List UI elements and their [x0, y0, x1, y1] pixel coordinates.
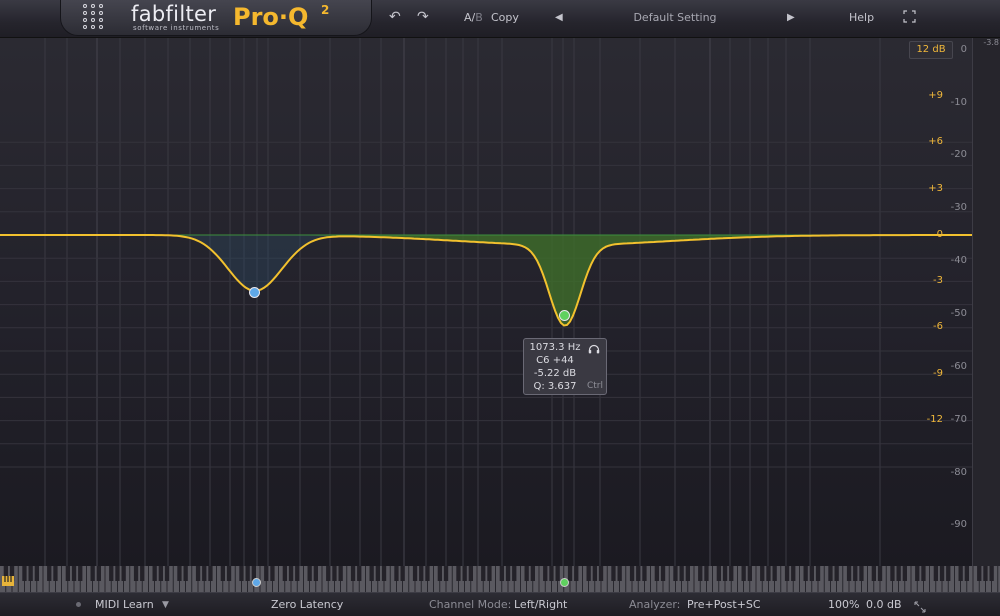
product-version: 2 [321, 3, 330, 17]
output-gain-value[interactable]: 0.0 dB [866, 598, 902, 611]
midi-learn-button[interactable]: MIDI Learn [95, 598, 154, 611]
analyzer-label-60: -60 [950, 361, 967, 372]
analyzer-label-30: -30 [950, 202, 967, 213]
meter-peak-value: -3.8 [983, 38, 999, 47]
tooltip-note: C6 +44 [536, 355, 574, 366]
resize-icon[interactable] [914, 598, 926, 616]
channel-mode-label: Channel Mode: [429, 598, 512, 611]
top-toolbar: fabfilter software instruments Pro·Q 2 ↶… [0, 0, 1000, 38]
piano-keyboard[interactable] [0, 566, 1000, 592]
fabfilter-logo-icon [83, 4, 105, 30]
redo-icon[interactable]: ↷ [417, 9, 429, 25]
gain-label-0: 0 [936, 229, 943, 240]
status-bar: MIDI Learn ▼ Zero Latency Channel Mode: … [0, 592, 1000, 616]
analyzer-label-80: -80 [950, 467, 967, 478]
midi-indicator-icon [76, 602, 81, 607]
tooltip-gain: -5.22 dB [533, 368, 577, 379]
product-logo: fabfilter software instruments Pro·Q 2 [60, 0, 372, 36]
analyzer-label-50: -50 [950, 308, 967, 319]
band-2-node[interactable] [559, 310, 570, 321]
analyzer-mode-value[interactable]: Pre+Post+SC [687, 598, 761, 611]
band-1-node[interactable] [249, 287, 260, 298]
previous-preset-icon[interactable]: ◀ [555, 12, 563, 23]
ab-compare-button[interactable]: A/B [464, 11, 483, 24]
gain-label-plus6: +6 [928, 136, 943, 147]
analyzer-label-90: -90 [950, 519, 967, 530]
channel-mode-value[interactable]: Left/Right [514, 598, 567, 611]
tooltip-q: Q: 3.637 [533, 381, 577, 392]
band-tooltip: 1073.3 Hz C6 +44 -5.22 dB Q: 3.637 Ctrl [523, 338, 607, 395]
undo-icon[interactable]: ↶ [389, 9, 401, 25]
output-level-meter[interactable]: -3.8 [972, 38, 1000, 566]
analyzer-label: Analyzer: [629, 598, 681, 611]
help-button[interactable]: Help [849, 11, 874, 24]
zoom-level[interactable]: 100% [828, 598, 859, 611]
latency-mode-button[interactable]: Zero Latency [271, 598, 343, 611]
midi-learn-dropdown-icon[interactable]: ▼ [162, 600, 169, 610]
gain-label-minus6: -6 [933, 321, 943, 332]
gain-label-plus3: +3 [928, 183, 943, 194]
product-name: Pro·Q [233, 3, 309, 31]
ab-b-label: B [475, 11, 483, 24]
band-1-key-marker [252, 578, 261, 587]
analyzer-label-20: -20 [950, 149, 967, 160]
eq-display[interactable] [0, 38, 972, 566]
band-2-key-marker [560, 578, 569, 587]
analyzer-label-70: -70 [950, 414, 967, 425]
analyzer-label-10: -10 [950, 97, 967, 108]
tooltip-modifier: Ctrl [586, 381, 603, 391]
gain-label-minus3: -3 [933, 275, 943, 286]
band-2-fill [0, 235, 972, 326]
analyzer-label-40: -40 [950, 255, 967, 266]
ab-a-label: A/ [464, 11, 476, 24]
fullscreen-icon[interactable] [903, 10, 916, 27]
headphones-icon[interactable] [588, 344, 600, 354]
brand-subtitle: software instruments [133, 24, 220, 32]
eq-grid-and-curve [0, 38, 972, 566]
eq-response-curve [0, 234, 972, 327]
brand-name: fabfilter [131, 2, 217, 26]
tooltip-frequency: 1073.3 Hz [529, 342, 581, 353]
next-preset-icon[interactable]: ▶ [787, 12, 795, 23]
analyzer-label-0: 0 [960, 44, 967, 55]
preset-name[interactable]: Default Setting [600, 11, 750, 24]
piano-toggle-icon[interactable] [2, 576, 14, 586]
copy-button[interactable]: Copy [491, 11, 519, 24]
